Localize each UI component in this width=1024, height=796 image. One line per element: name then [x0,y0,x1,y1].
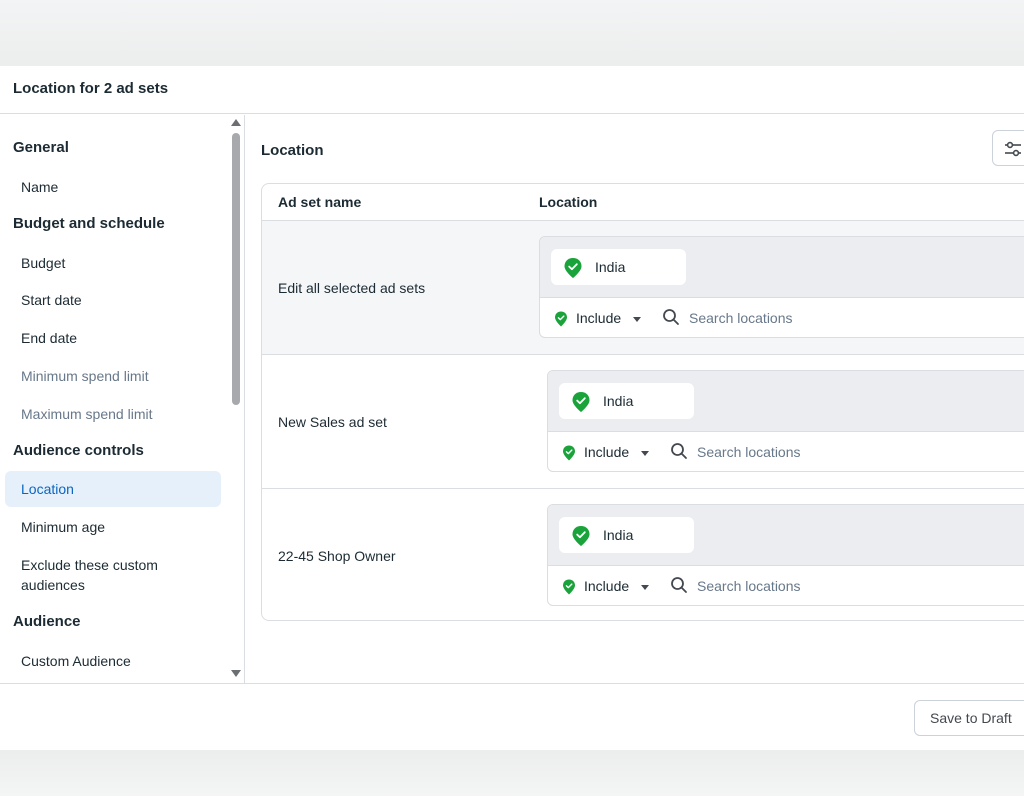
ad-set-location-table: Ad set name Location Edit all selected a… [261,183,1024,621]
sidebar-item-minimum-spend-limit[interactable]: Minimum spend limit [5,366,221,386]
chevron-down-icon [633,317,641,322]
dialog-title: Location for 2 ad sets [13,80,169,97]
selected-locations-area: India [548,505,1024,566]
location-chip-label: India [603,393,634,409]
sidebar-item-name[interactable]: Name [5,177,221,197]
location-chip-label: India [603,527,634,543]
chevron-down-icon [641,451,649,456]
search-locations-input[interactable]: Search locations [689,310,793,326]
dialog-header: Location for 2 ad sets [0,66,1024,114]
location-editor: India Include Search locations [547,370,1024,472]
location-dialog: Location for 2 ad sets General Name Budg… [0,66,1024,750]
location-chip-label: India [595,259,626,275]
selected-locations-area: India [540,237,1024,298]
column-header-location: Location [539,194,598,210]
include-pin-icon [555,311,567,327]
scroll-down-arrow-icon[interactable] [231,670,241,677]
search-locations-input[interactable]: Search locations [697,578,801,594]
sidebar-item-custom-audience[interactable]: Custom Audience [5,651,221,671]
ad-set-name: 22-45 Shop Owner [278,548,396,564]
include-pin-icon [563,579,575,595]
save-to-draft-button[interactable]: Save to Draft [914,700,1024,736]
sliders-icon [1005,141,1021,157]
scroll-up-arrow-icon[interactable] [231,119,241,126]
location-pin-check-icon [572,526,590,546]
sidebar-item-maximum-spend-limit[interactable]: Maximum spend limit [5,404,221,424]
search-icon [671,577,687,593]
main-panel: Location Ad set name Location Edit all s… [246,115,1024,683]
table-row: 22-45 Shop Owner India Include Search lo… [262,488,1024,620]
section-title: Location [261,142,324,159]
include-label: Include [584,444,630,460]
table-row: Edit all selected ad sets India Include … [262,220,1024,354]
search-icon [671,443,687,459]
sidebar-item-budget[interactable]: Budget [5,253,221,273]
location-chip[interactable]: India [559,383,694,419]
location-pin-check-icon [564,258,582,278]
backdrop-bottom [0,750,1024,796]
ad-set-name: New Sales ad set [278,414,387,430]
sidebar-item-end-date[interactable]: End date [5,328,221,348]
sidebar-item-start-date[interactable]: Start date [5,290,221,310]
search-icon [663,309,679,325]
location-pin-check-icon [572,392,590,412]
sidebar-scroll-thumb[interactable] [232,133,240,405]
sidebar-section-audience-controls: Audience controls [13,442,144,459]
column-header-ad-set-name: Ad set name [278,194,362,210]
include-pin-icon [563,445,575,461]
table-row: New Sales ad set India Include Search lo… [262,354,1024,488]
include-label: Include [584,578,630,594]
ad-set-name: Edit all selected ad sets [278,280,426,296]
sidebar-item-location[interactable]: Location [5,471,221,507]
include-label: Include [576,310,622,326]
selected-locations-area: India [548,371,1024,432]
sidebar-nav: General Name Budget and schedule Budget … [0,115,245,683]
dialog-footer: Save to Draft [0,683,1024,750]
backdrop-top [0,0,1024,66]
location-editor: India Include Search locations [547,504,1024,606]
location-editor: India Include Search locations [539,236,1024,338]
location-chip[interactable]: India [551,249,686,285]
location-chip[interactable]: India [559,517,694,553]
sidebar-item-exclude-custom-audiences[interactable]: Exclude these custom audiences [5,555,205,595]
sidebar-item-minimum-age[interactable]: Minimum age [5,517,221,537]
sidebar-section-budget-schedule: Budget and schedule [13,215,165,232]
search-locations-input[interactable]: Search locations [697,444,801,460]
sidebar-section-general: General [13,139,69,156]
sidebar-section-audience: Audience [13,613,81,630]
chevron-down-icon [641,585,649,590]
filter-settings-button[interactable] [992,130,1024,166]
